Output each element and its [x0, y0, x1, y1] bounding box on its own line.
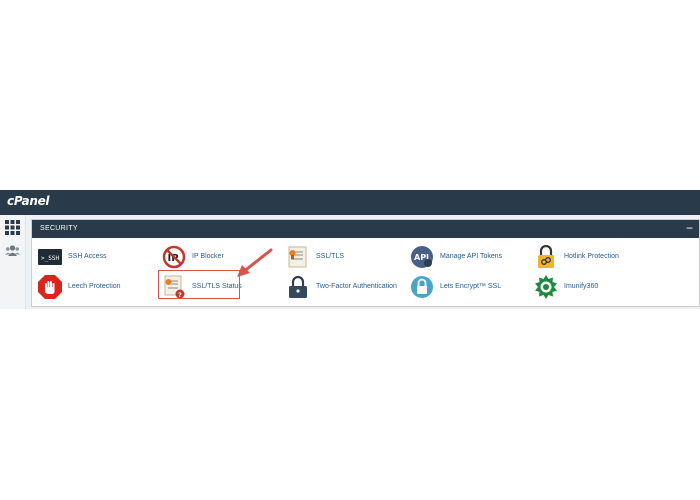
top-bar: cPanel — [0, 190, 700, 215]
ssl-tls-link[interactable]: SSL/TLS — [286, 244, 404, 270]
item-label: IP Blocker — [192, 253, 224, 260]
manage-api-tokens-link[interactable]: API Manage API Tokens — [410, 244, 528, 270]
grid-icon[interactable] — [5, 220, 20, 235]
ssh-terminal-icon: >_SSH — [38, 249, 62, 265]
padlock-chain-icon — [538, 245, 554, 268]
lets-encrypt-icon — [411, 276, 433, 298]
ssl-certificate-icon — [288, 246, 307, 268]
padlock-icon — [289, 275, 307, 298]
security-panel: SECURITY − >_SSH SSH Access IP IP Blocke… — [31, 219, 700, 307]
item-label: Hotlink Protection — [564, 253, 619, 260]
lets-encrypt-ssl-link[interactable]: Lets Encrypt™ SSL — [410, 274, 528, 300]
ssl-status-icon: ? — [164, 275, 185, 299]
stop-hand-icon — [38, 275, 62, 299]
two-factor-authentication-link[interactable]: Two-Factor Authentication — [286, 274, 404, 300]
sidebar — [0, 215, 26, 309]
item-label: Manage API Tokens — [440, 253, 503, 260]
panel-title: SECURITY — [40, 225, 78, 232]
item-label: Lets Encrypt™ SSL — [440, 283, 502, 290]
item-label: Imunify360 — [564, 283, 599, 290]
security-panel-header[interactable]: SECURITY − — [32, 220, 699, 238]
item-label: SSL/TLS Status — [192, 283, 242, 290]
item-label: Leech Protection — [68, 283, 121, 290]
hotlink-protection-link[interactable]: Hotlink Protection — [534, 244, 652, 270]
main-content: SECURITY − >_SSH SSH Access IP IP Blocke… — [26, 215, 700, 309]
svg-text:>_SSH: >_SSH — [41, 255, 59, 262]
ssh-access-link[interactable]: >_SSH SSH Access — [38, 244, 156, 270]
imunify-icon — [535, 275, 557, 299]
ip-blocker-icon: IP — [162, 245, 186, 269]
item-label: Two-Factor Authentication — [316, 283, 397, 290]
api-token-icon: API — [411, 246, 433, 268]
imunify360-link[interactable]: Imunify360 — [534, 274, 652, 300]
leech-protection-link[interactable]: Leech Protection — [38, 274, 156, 300]
svg-text:?: ? — [178, 291, 182, 299]
collapse-icon[interactable]: − — [686, 221, 693, 235]
users-icon[interactable] — [5, 243, 20, 258]
red-arrow-icon — [237, 248, 273, 277]
cpanel-logo[interactable]: cPanel — [7, 194, 50, 208]
item-label: SSH Access — [68, 253, 107, 260]
item-label: SSL/TLS — [316, 253, 345, 260]
